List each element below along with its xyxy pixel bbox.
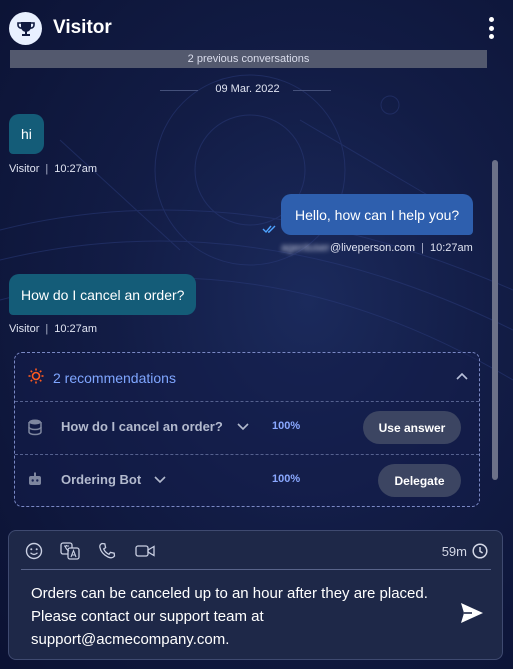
emoji-icon[interactable] (25, 542, 43, 560)
recommendation-row: Ordering Bot 100% Delegate (15, 454, 479, 506)
message-text: hi (21, 126, 32, 142)
page-title: Visitor (53, 17, 112, 38)
message-meta: Visitor | 10:27am (9, 323, 98, 335)
recommendation-label[interactable]: How do I cancel an order? (61, 419, 223, 434)
chat-scrollbar[interactable] (492, 160, 498, 480)
clock-icon (472, 543, 488, 559)
send-icon[interactable] (460, 602, 484, 624)
delegate-button[interactable]: Delegate (378, 464, 461, 497)
agent-email-redacted: agentuser (281, 242, 330, 254)
date-separator: 09 Mar. 2022 (0, 82, 513, 98)
visitor-message-bubble: hi (9, 114, 44, 154)
conversation-timer: 59m (442, 543, 488, 559)
translate-icon[interactable] (60, 542, 80, 560)
message-composer: 59m Orders can be canceled up to an hour… (8, 530, 503, 660)
message-author: Visitor (9, 163, 40, 175)
timer-value: 59m (441, 543, 467, 559)
recommendation-label[interactable]: Ordering Bot (61, 472, 141, 487)
message-input[interactable]: Orders can be canceled up to an hour aft… (31, 582, 431, 651)
database-icon (28, 419, 42, 436)
sun-icon (28, 368, 44, 384)
message-text: Hello, how can I help you? (295, 206, 460, 223)
recommendations-header[interactable]: 2 recommendations (15, 353, 479, 401)
message-text: How do I cancel an order? (21, 286, 185, 303)
recommendation-row: How do I cancel an order? 100% Use answe… (15, 401, 479, 453)
scrollbar-thumb[interactable] (492, 160, 498, 480)
chevron-down-icon[interactable] (154, 475, 166, 485)
chevron-up-icon[interactable] (455, 369, 469, 383)
message-time: 10:27am (54, 163, 98, 175)
agent-message-bubble: Hello, how can I help you? (281, 194, 474, 235)
date-label: 09 Mar. 2022 (215, 83, 280, 95)
use-answer-button[interactable]: Use answer (363, 411, 461, 444)
composer-divider (21, 569, 491, 570)
message-time: 10:27am (54, 323, 98, 335)
trophy-icon (9, 12, 42, 45)
message-meta: Visitor | 10:27am (9, 163, 98, 175)
kebab-menu-icon[interactable] (483, 16, 499, 40)
conversation-header: Visitor (0, 0, 513, 56)
chevron-down-icon[interactable] (237, 422, 249, 432)
recommendations-title: 2 recommendations (53, 370, 176, 386)
bot-icon (29, 472, 41, 485)
video-icon[interactable] (135, 544, 155, 558)
phone-icon[interactable] (98, 542, 116, 560)
recommendation-confidence: 100% (272, 420, 301, 432)
message-time: 10:27am (429, 242, 473, 254)
message-meta: agentuser@liveperson.com | 10:27am (281, 242, 473, 254)
visitor-message-bubble: How do I cancel an order? (9, 274, 197, 315)
recommendations-panel: 2 recommendations How do I cancel an ord… (14, 352, 480, 507)
double-check-icon (262, 225, 276, 234)
message-author: Visitor (9, 323, 40, 335)
agent-email-domain: @liveperson.com (329, 242, 416, 254)
previous-conversations-bar[interactable]: 2 previous conversations (10, 50, 487, 68)
recommendation-confidence: 100% (272, 473, 301, 485)
